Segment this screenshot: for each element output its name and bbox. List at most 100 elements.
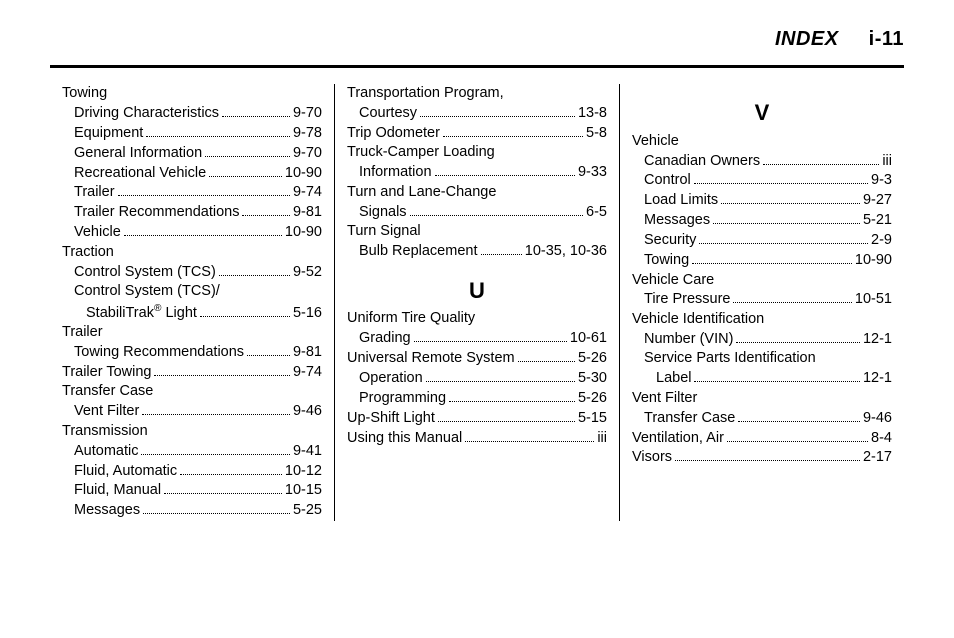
leader-dots <box>675 448 860 461</box>
index-entry-page: 5-15 <box>578 409 607 429</box>
index-column-3: VVehicleCanadian OwnersiiiControl9-3Load… <box>619 84 904 521</box>
index-entry-label: Equipment <box>74 124 143 144</box>
index-entry-label: Operation <box>359 369 423 389</box>
index-entry-label: Messages <box>644 211 710 231</box>
index-entry: Bulb Replacement10-35, 10-36 <box>347 242 607 262</box>
header-rule <box>50 65 904 68</box>
index-group-head: Control System (TCS)/ <box>62 282 322 302</box>
index-group-head: Trailer <box>62 323 322 343</box>
index-entry: Grading10-61 <box>347 329 607 349</box>
index-entry-label: Programming <box>359 389 446 409</box>
index-group-head: Transmission <box>62 422 322 442</box>
leader-dots <box>713 211 860 224</box>
index-entry: Using this Manualiii <box>347 428 607 448</box>
index-entry-label: Up-Shift Light <box>347 409 435 429</box>
leader-dots <box>727 428 868 441</box>
index-entry-label: Information <box>359 163 432 183</box>
index-entry: Visors2-17 <box>632 448 892 468</box>
index-entry: Universal Remote System5-26 <box>347 349 607 369</box>
index-group-head: Towing <box>62 84 322 104</box>
leader-dots <box>420 104 575 117</box>
index-entry-page: 5-30 <box>578 369 607 389</box>
leader-dots <box>438 408 575 421</box>
leader-dots <box>143 501 290 514</box>
index-entry-page: 10-35, 10-36 <box>525 242 607 262</box>
leader-dots <box>146 123 290 136</box>
index-entry-page: 5-8 <box>586 124 607 144</box>
index-column-1: TowingDriving Characteristics9-70Equipme… <box>50 84 334 521</box>
index-entry-page: 13-8 <box>578 104 607 124</box>
section-letter: V <box>632 98 892 128</box>
index-entry-page: 9-46 <box>863 409 892 429</box>
index-entry-label: Courtesy <box>359 104 417 124</box>
index-entry: Trailer9-74 <box>62 183 322 203</box>
leader-dots <box>763 151 879 164</box>
leader-dots <box>242 203 290 216</box>
index-entry-label: Towing <box>644 251 689 271</box>
index-group-head: Transfer Case <box>62 382 322 402</box>
index-entry-label: Vent Filter <box>74 402 139 422</box>
leader-dots <box>449 389 575 402</box>
leader-dots <box>200 303 290 316</box>
leader-dots <box>414 329 567 342</box>
index-entry: Fluid, Manual10-15 <box>62 481 322 501</box>
index-entry: Up-Shift Light 5-15 <box>347 408 607 428</box>
index-entry-page: 9-81 <box>293 343 322 363</box>
leader-dots <box>465 428 594 441</box>
index-entry-label: Driving Characteristics <box>74 104 219 124</box>
index-entry: Signals6-5 <box>347 202 607 222</box>
index-entry-label: Vehicle <box>74 223 121 243</box>
leader-dots <box>154 363 290 376</box>
index-entry-page: 9-27 <box>863 191 892 211</box>
index-group-head: Vehicle Identification <box>632 310 892 330</box>
index-entry-page: 10-51 <box>855 290 892 310</box>
index-group-head: Vehicle <box>632 132 892 152</box>
index-page: INDEX i-11 TowingDriving Characteristics… <box>0 0 954 638</box>
index-entry-page: 12-1 <box>863 330 892 350</box>
index-entry: Trailer Towing9-74 <box>62 363 322 383</box>
leader-dots <box>738 408 860 421</box>
leader-dots <box>209 163 282 176</box>
leader-dots <box>124 223 282 236</box>
leader-dots <box>694 171 868 184</box>
leader-dots <box>733 290 851 303</box>
index-entry-page: 5-26 <box>578 389 607 409</box>
index-entry: Canadian Ownersiii <box>632 151 892 171</box>
index-entry: Label12-1 <box>632 369 892 389</box>
index-entry-page: 5-25 <box>293 501 322 521</box>
index-entry-page: 2-9 <box>871 231 892 251</box>
index-entry: Trip Odometer5-8 <box>347 123 607 143</box>
index-entry-label: Transfer Case <box>644 409 735 429</box>
index-entry: Tire Pressure10-51 <box>632 290 892 310</box>
index-group-head: Traction <box>62 243 322 263</box>
index-entry-page: 10-61 <box>570 329 607 349</box>
index-entry-label: Messages <box>74 501 140 521</box>
index-group-head: Vent Filter <box>632 389 892 409</box>
leader-dots <box>518 349 575 362</box>
index-group-head: Truck-Camper Loading <box>347 143 607 163</box>
index-entry: Towing10-90 <box>632 251 892 271</box>
leader-dots <box>721 191 860 204</box>
index-entry-label: Control System (TCS) <box>74 263 216 283</box>
index-entry-label: Fluid, Automatic <box>74 462 177 482</box>
index-entry-label: Signals <box>359 203 407 223</box>
index-entry-page: 9-3 <box>871 171 892 191</box>
index-group-head: Turn Signal <box>347 222 607 242</box>
index-entry: Programming 5-26 <box>347 389 607 409</box>
index-group-head: Turn and Lane-Change <box>347 183 607 203</box>
index-entry: Vent Filter9-46 <box>62 402 322 422</box>
index-entry-page: 9-70 <box>293 144 322 164</box>
index-entry-label: Automatic <box>74 442 138 462</box>
index-entry-page: 5-16 <box>293 304 322 324</box>
index-entry-label: Fluid, Manual <box>74 481 161 501</box>
index-entry: Control System (TCS)9-52 <box>62 262 322 282</box>
index-entry-page: iii <box>597 429 607 449</box>
leader-dots <box>205 143 290 156</box>
index-entry: Driving Characteristics9-70 <box>62 104 322 124</box>
index-entry: Automatic9-41 <box>62 441 322 461</box>
leader-dots <box>699 231 868 244</box>
index-entry: Transfer Case 9-46 <box>632 408 892 428</box>
index-entry: Number (VIN)12-1 <box>632 330 892 350</box>
index-entry: Trailer Recommendations9-81 <box>62 203 322 223</box>
index-entry: Equipment9-78 <box>62 123 322 143</box>
